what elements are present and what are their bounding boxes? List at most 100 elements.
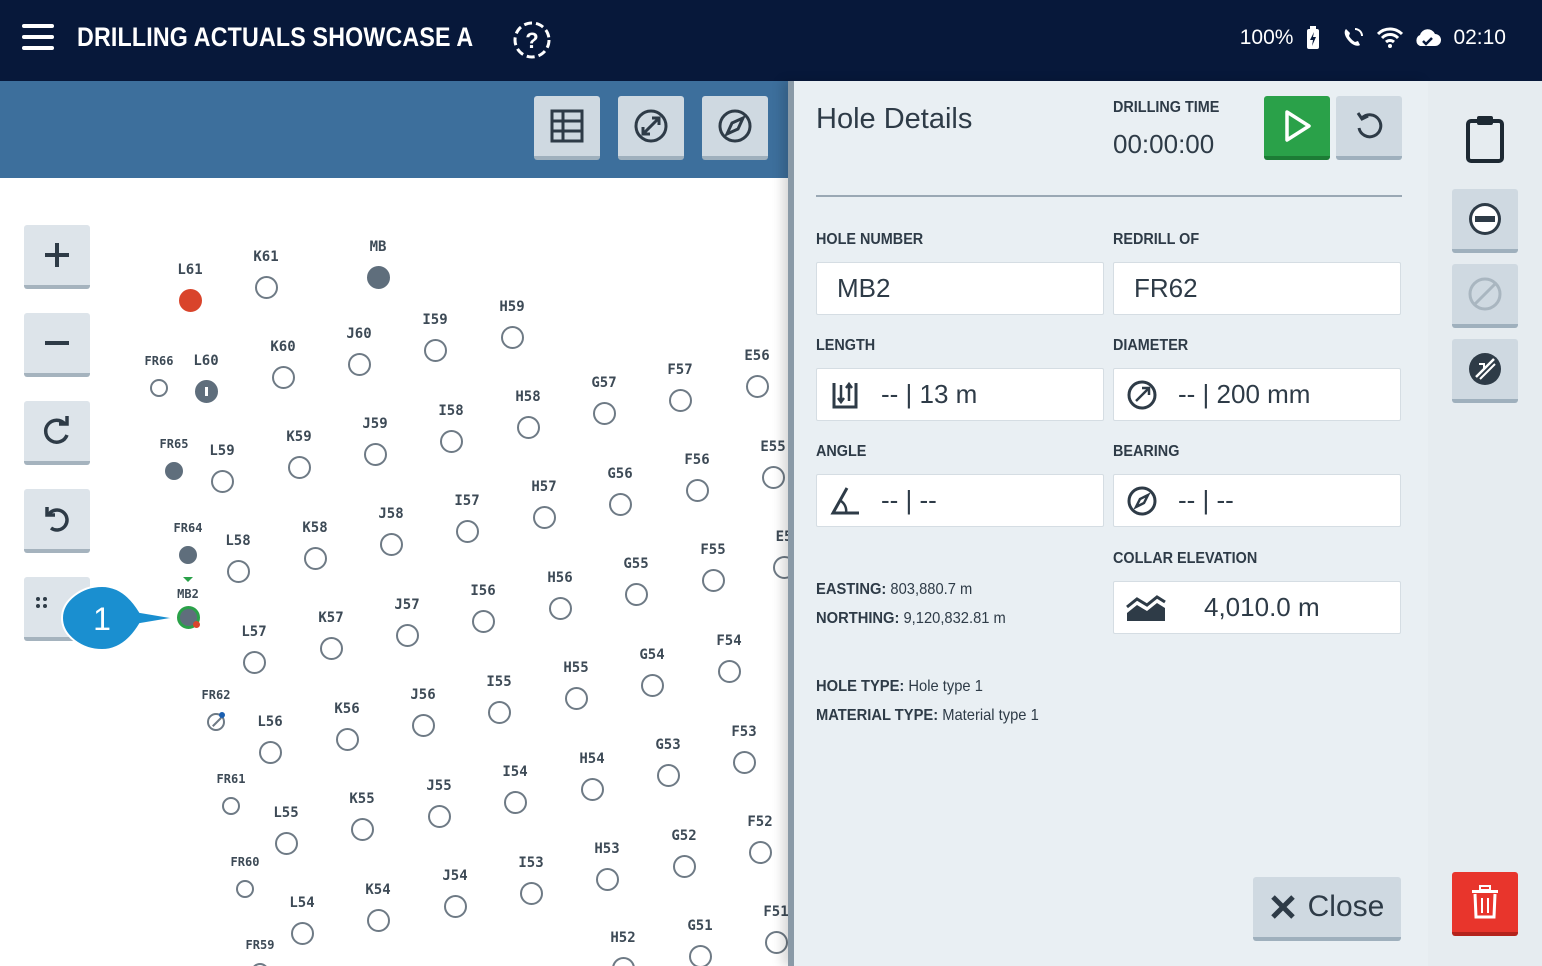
hole-marker[interactable] [236,880,254,898]
hole-marker[interactable] [608,492,632,516]
hole-marker[interactable] [258,740,282,764]
zoom-out-button[interactable] [24,313,90,377]
hole-marker[interactable] [503,790,527,814]
undo-button[interactable] [24,489,90,553]
hole-marker[interactable] [611,956,635,966]
hole-marker[interactable] [335,727,359,751]
bearing-field[interactable]: -- | -- [1113,474,1401,527]
diameter-label: DIAMETER [1113,337,1189,354]
hole-marker[interactable] [519,881,543,905]
hole-marker[interactable] [347,352,371,376]
hole-marker[interactable] [564,686,588,710]
collar-elevation-value: 4,010.0 m [1204,592,1320,622]
hole-marker[interactable] [500,325,524,349]
hole-marker[interactable] [242,650,266,674]
start-drilling-button[interactable] [1264,96,1330,160]
redo-button[interactable] [24,401,90,465]
collar-elevation-label: COLLAR ELEVATION [1113,550,1258,567]
hole-marker[interactable] [165,462,183,480]
hole-label: H52 [610,930,636,946]
hole-marker[interactable] [427,804,451,828]
hole-marker[interactable] [411,713,435,737]
help-question-icon[interactable]: ? [512,20,552,60]
delete-button[interactable] [1452,872,1518,936]
hole-marker[interactable] [640,673,664,697]
redrill-button[interactable] [1452,339,1518,403]
hole-label: G56 [607,466,633,482]
hole-marker[interactable] [303,546,327,570]
hole-marker[interactable] [595,867,619,891]
hole-marker[interactable] [271,365,295,389]
hole-marker[interactable] [366,908,390,932]
hole-map[interactable]: L61 K61 MB I59 H59 FR66 L60 K60 J60 G57 F57 E56 I58 H… [0,178,790,966]
hole-marker[interactable] [532,505,556,529]
hole-marker[interactable] [319,636,343,660]
redrill-of-field[interactable]: FR62 [1113,262,1401,315]
hole-marker[interactable] [379,532,403,556]
blocked-button[interactable] [1452,264,1518,328]
hole-marker[interactable] [194,379,218,403]
hole-marker[interactable] [487,700,511,724]
hole-marker[interactable] [717,659,741,683]
hole-marker[interactable] [748,840,772,864]
hole-marker[interactable] [685,478,709,502]
zoom-out-icon [45,341,69,345]
hole-label: FR61 [216,772,246,786]
length-label: LENGTH [816,337,876,354]
grid-table-button[interactable] [534,96,600,160]
reset-timer-button[interactable] [1336,96,1402,160]
hole-marker[interactable] [701,568,725,592]
hole-marker[interactable] [290,921,314,945]
zoom-in-button[interactable] [24,225,90,289]
hole-marker[interactable] [350,817,374,841]
hole-marker[interactable] [150,379,168,397]
minus-circle-button[interactable] [1452,189,1518,253]
angle-field[interactable]: -- | -- [816,474,1104,527]
hole-marker[interactable] [471,609,495,633]
clipboard-button[interactable] [1452,107,1518,171]
hole-marker[interactable] [363,442,387,466]
hole-marker[interactable] [179,546,197,564]
length-field[interactable]: -- | 13 m [816,368,1104,421]
hole-marker[interactable] [226,559,250,583]
hole-marker[interactable] [672,854,696,878]
hole-marker[interactable] [254,275,278,299]
hole-marker[interactable] [688,944,712,966]
hole-marker[interactable] [516,415,540,439]
hole-marker[interactable] [274,831,298,855]
hole-marker[interactable] [423,338,447,362]
hole-label: G53 [655,737,681,753]
hole-marker[interactable] [207,712,225,731]
hole-label: K61 [253,249,279,265]
hole-marker[interactable] [656,763,680,787]
hole-marker[interactable] [745,374,769,398]
diameter-field[interactable]: -- | 200 mm [1113,368,1401,421]
hamburger-menu-icon[interactable] [22,24,54,54]
hole-marker[interactable] [548,596,572,620]
hole-marker[interactable] [580,777,604,801]
hole-label: K56 [334,701,360,717]
diameter-button[interactable] [618,96,684,160]
hole-marker[interactable] [222,797,240,815]
collar-elevation-field[interactable]: 4,010.0 m [1113,581,1401,634]
hole-marker[interactable] [178,288,202,312]
hole-marker[interactable] [764,930,788,954]
hole-number-value: MB2 [837,273,891,303]
wifi-icon [1377,26,1404,50]
close-button[interactable]: Close [1253,877,1401,941]
hole-marker[interactable] [395,623,419,647]
hole-marker[interactable] [732,750,756,774]
compass-button[interactable] [702,96,768,160]
hole-marker[interactable] [366,265,390,289]
hole-marker[interactable] [455,519,479,543]
hole-marker[interactable] [443,894,467,918]
hole-marker[interactable] [210,469,234,493]
hole-marker[interactable] [287,455,311,479]
hole-marker[interactable] [761,465,785,489]
hole-marker[interactable] [439,429,463,453]
hole-marker[interactable] [668,388,692,412]
hole-marker[interactable] [624,582,648,606]
hole-marker[interactable] [592,401,616,425]
angle-value: -- | -- [881,485,937,515]
hole-number-field[interactable]: MB2 [816,262,1104,315]
